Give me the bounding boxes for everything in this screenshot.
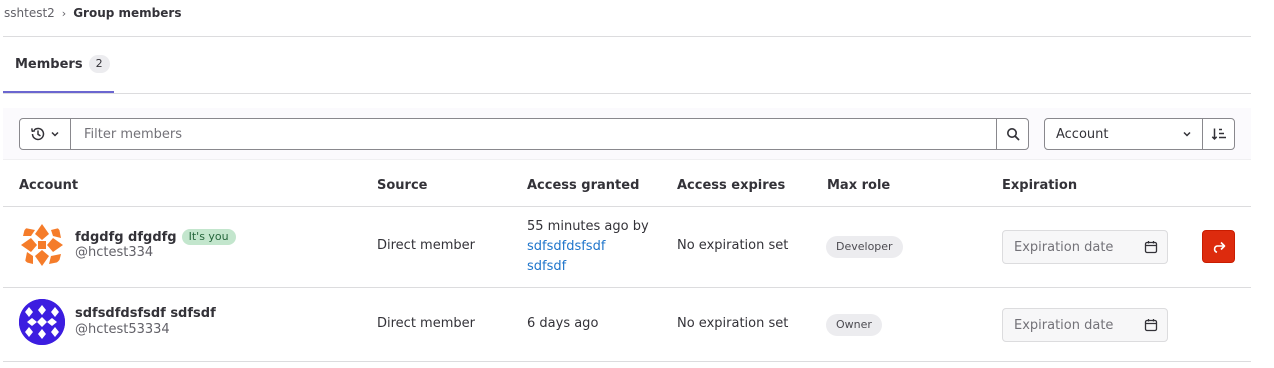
member-source: Direct member	[377, 238, 475, 253]
max-role-badge: Owner	[826, 314, 882, 336]
divider	[3, 361, 1251, 362]
breadcrumb-current: Group members	[73, 6, 182, 20]
expiration-date-input[interactable]: Expiration date	[1002, 230, 1168, 264]
breadcrumb-group-link[interactable]: sshtest2	[4, 6, 55, 20]
member-username: @hctest53334	[75, 322, 170, 337]
history-icon	[31, 127, 45, 141]
leave-icon	[1213, 241, 1225, 253]
column-header-account: Account	[19, 178, 79, 193]
avatar[interactable]	[19, 222, 65, 268]
tab-members-count-badge: 2	[88, 55, 110, 73]
member-name[interactable]: sdfsdfdsfsdf sdfsdf	[75, 306, 216, 321]
access-granted-time: 55 minutes ago by	[527, 219, 649, 234]
leave-group-button[interactable]	[1202, 230, 1235, 263]
chevron-down-icon	[1183, 131, 1191, 137]
breadcrumb: sshtest2 › Group members	[4, 5, 181, 21]
recent-searches-button[interactable]	[19, 118, 71, 150]
sort-direction-button[interactable]	[1202, 118, 1235, 150]
column-header-access-granted: Access granted	[527, 178, 640, 193]
calendar-icon	[1144, 241, 1158, 254]
search-icon	[1006, 128, 1019, 141]
access-granted: 55 minutes ago by sdfsdfdsfsdf sdfsdf	[527, 217, 649, 277]
its-you-badge: It's you	[181, 229, 236, 245]
granted-by-link-line: sdfsdfdsfsdf	[527, 239, 606, 254]
identicon-image	[19, 222, 65, 268]
tab-members-label: Members	[15, 56, 83, 72]
member-name-row: fdgdfg dfgdfg It's you	[75, 229, 236, 245]
tab-members[interactable]: Members 2	[3, 37, 114, 93]
column-header-expiration: Expiration	[1002, 178, 1078, 193]
access-expires: No expiration set	[677, 238, 789, 253]
sort-lowest-icon	[1211, 128, 1226, 141]
max-role-badge: Developer	[826, 236, 903, 258]
search-button[interactable]	[996, 118, 1029, 150]
column-header-source: Source	[377, 178, 428, 193]
avatar[interactable]	[19, 299, 65, 345]
tabs: Members 2	[3, 37, 1251, 94]
granted-by-link-line: sdfsdf	[527, 259, 567, 274]
filter-bar: Account	[3, 108, 1251, 160]
divider	[3, 287, 1251, 288]
member-name[interactable]: fdgdfg dfgdfg	[75, 230, 177, 245]
granted-by-link[interactable]: sdfsdfdsfsdf sdfsdf	[527, 237, 649, 277]
member-username: @hctest334	[75, 245, 154, 260]
breadcrumb-separator-icon: ›	[61, 6, 67, 20]
column-header-max-role: Max role	[827, 178, 891, 193]
expiration-date-placeholder: Expiration date	[1014, 239, 1114, 255]
expiration-date-placeholder: Expiration date	[1014, 317, 1114, 333]
column-header-access-expires: Access expires	[677, 178, 786, 193]
calendar-icon	[1144, 319, 1158, 332]
expiration-date-input[interactable]: Expiration date	[1002, 308, 1168, 342]
divider	[3, 206, 1251, 207]
access-granted: 6 days ago	[527, 316, 599, 331]
member-source: Direct member	[377, 316, 475, 331]
access-expires: No expiration set	[677, 316, 789, 331]
chevron-down-icon	[51, 131, 59, 137]
sort-by-dropdown[interactable]: Account	[1044, 118, 1203, 150]
filter-members-input[interactable]	[70, 118, 997, 150]
sort-by-label: Account	[1056, 126, 1109, 142]
identicon-image	[19, 299, 65, 345]
